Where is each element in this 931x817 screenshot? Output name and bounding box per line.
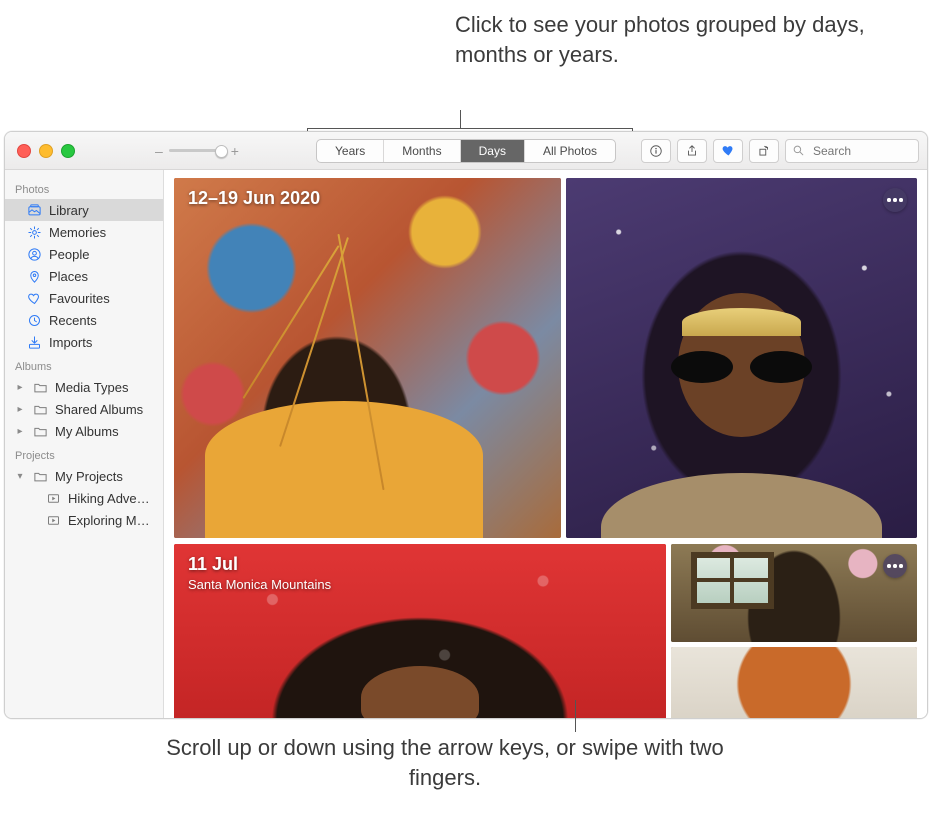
sidebar-item-label: Recents [49, 313, 97, 328]
view-segmented-control: Years Months Days All Photos [316, 139, 616, 163]
segment-years[interactable]: Years [317, 140, 384, 162]
titlebar: – + Years Months Days All Photos [5, 132, 927, 170]
sidebar-item-project-hiking[interactable]: Hiking Adve… [5, 487, 163, 509]
sidebar-item-project-exploring[interactable]: Exploring M… [5, 509, 163, 531]
sidebar-item-label: Imports [49, 335, 92, 350]
photo-thumbnail[interactable] [566, 178, 917, 538]
folder-icon [32, 423, 48, 439]
annotation-bottom: Scroll up or down using the arrow keys, … [145, 733, 745, 792]
day-group-date: 11 Jul Santa Monica Mountains [188, 554, 331, 592]
annotation-line [575, 700, 576, 732]
search-input[interactable] [811, 143, 895, 159]
places-icon [26, 268, 42, 284]
recents-icon [26, 312, 42, 328]
sidebar-item-label: My Projects [55, 469, 123, 484]
sidebar-item-label: Library [49, 203, 89, 218]
sidebar-item-imports[interactable]: Imports [5, 331, 163, 353]
sidebar-section-projects: Projects [5, 442, 163, 465]
window-close-button[interactable] [17, 144, 31, 158]
traffic-lights [5, 144, 75, 158]
sidebar-item-label: Places [49, 269, 88, 284]
photos-app-window: – + Years Months Days All Photos [4, 131, 928, 719]
sidebar-item-media-types[interactable]: ▸ Media Types [5, 376, 163, 398]
favourite-button[interactable] [713, 139, 743, 163]
sidebar-section-albums: Albums [5, 353, 163, 376]
sidebar-item-label: Memories [49, 225, 106, 240]
sidebar-item-label: People [49, 247, 89, 262]
sidebar-section-photos: Photos [5, 176, 163, 199]
folder-icon [32, 468, 48, 484]
zoom-track[interactable] [169, 149, 225, 152]
folder-icon [32, 401, 48, 417]
segment-all-photos[interactable]: All Photos [525, 140, 615, 162]
photo-art [671, 647, 917, 718]
share-button[interactable] [677, 139, 707, 163]
info-icon [649, 144, 663, 158]
disclosure-icon[interactable]: ▸ [15, 382, 25, 393]
day-group-2[interactable]: 11 Jul Santa Monica Mountains [174, 544, 917, 718]
segment-months[interactable]: Months [384, 140, 460, 162]
sidebar-item-places[interactable]: Places [5, 265, 163, 287]
window-fullscreen-button[interactable] [61, 144, 75, 158]
zoom-knob[interactable] [215, 145, 228, 158]
sidebar-item-label: Favourites [49, 291, 110, 306]
window-minimize-button[interactable] [39, 144, 53, 158]
photo-thumbnail[interactable]: 11 Jul Santa Monica Mountains [174, 544, 666, 718]
annotation-top: Click to see your photos grouped by days… [455, 10, 875, 69]
zoom-out-label: – [155, 143, 163, 159]
photo-thumbnail[interactable] [671, 647, 917, 718]
sidebar-item-my-projects[interactable]: ▾ My Projects [5, 465, 163, 487]
disclosure-icon[interactable]: ▾ [15, 471, 25, 482]
sidebar-item-people[interactable]: People [5, 243, 163, 265]
sidebar-item-shared-albums[interactable]: ▸ Shared Albums [5, 398, 163, 420]
day-group-1[interactable]: 12–19 Jun 2020 [174, 178, 917, 538]
photo-grid[interactable]: 12–19 Jun 2020 [164, 170, 927, 718]
rotate-icon [757, 144, 771, 158]
day-group-date: 12–19 Jun 2020 [188, 188, 320, 209]
zoom-slider[interactable]: – + [155, 143, 239, 159]
sidebar-item-label: My Albums [55, 424, 119, 439]
sidebar-item-label: Hiking Adve… [68, 491, 150, 506]
photo-thumbnail[interactable] [671, 544, 917, 642]
slideshow-icon [45, 490, 61, 506]
info-button[interactable] [641, 139, 671, 163]
zoom-in-label: + [231, 143, 239, 159]
heart-icon [721, 143, 736, 158]
segment-days[interactable]: Days [461, 140, 525, 162]
day-group-location: Santa Monica Mountains [188, 577, 331, 592]
disclosure-icon[interactable]: ▸ [15, 426, 25, 437]
more-options-button[interactable] [883, 188, 907, 212]
sidebar-item-label: Exploring M… [68, 513, 150, 528]
annotation-bracket [307, 110, 633, 132]
more-options-button[interactable] [883, 554, 907, 578]
sidebar-item-my-albums[interactable]: ▸ My Albums [5, 420, 163, 442]
sidebar: Photos Library Memories People Places [5, 170, 164, 718]
people-icon [26, 246, 42, 262]
search-field[interactable] [785, 139, 919, 163]
library-icon [26, 202, 42, 218]
share-icon [685, 144, 699, 158]
photo-thumbnail[interactable]: 12–19 Jun 2020 [174, 178, 561, 538]
sidebar-item-favourites[interactable]: Favourites [5, 287, 163, 309]
sidebar-item-label: Media Types [55, 380, 128, 395]
search-icon [792, 144, 805, 157]
folder-icon [32, 379, 48, 395]
sidebar-item-library[interactable]: Library [5, 199, 163, 221]
sidebar-item-label: Shared Albums [55, 402, 143, 417]
memories-icon [26, 224, 42, 240]
sidebar-item-recents[interactable]: Recents [5, 309, 163, 331]
sidebar-item-memories[interactable]: Memories [5, 221, 163, 243]
rotate-button[interactable] [749, 139, 779, 163]
toolbar-right [641, 139, 919, 163]
imports-icon [26, 334, 42, 350]
favourites-icon [26, 290, 42, 306]
disclosure-icon[interactable]: ▸ [15, 404, 25, 415]
slideshow-icon [45, 512, 61, 528]
